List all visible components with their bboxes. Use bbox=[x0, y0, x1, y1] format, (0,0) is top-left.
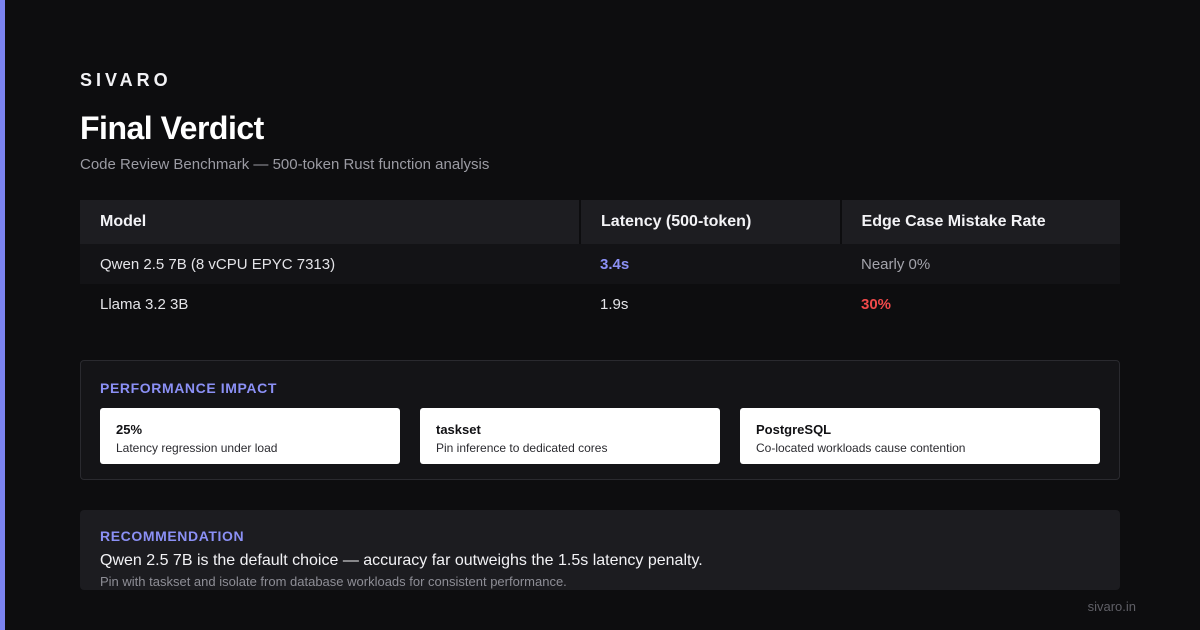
impact-card-desc: Co-located workloads cause contention bbox=[756, 441, 966, 455]
impact-card: 25% Latency regression under load bbox=[100, 408, 400, 464]
cell-model: Llama 3.2 3B bbox=[100, 295, 189, 313]
cell-model: Qwen 2.5 7B (8 vCPU EPYC 7313) bbox=[100, 255, 336, 273]
impact-card-value: taskset bbox=[436, 422, 481, 437]
impact-card-desc: Pin inference to dedicated cores bbox=[436, 441, 608, 455]
header-model: Model bbox=[80, 200, 580, 244]
cell-mistake-rate: Nearly 0% bbox=[861, 255, 931, 273]
brand-logo: SIVARO bbox=[80, 70, 172, 90]
footer-url[interactable]: sivaro.in bbox=[1088, 599, 1136, 614]
recommendation-main: Qwen 2.5 7B is the default choice — accu… bbox=[100, 552, 703, 569]
table-row: Llama 3.2 3B 1.9s 30% bbox=[80, 284, 1120, 324]
performance-impact-panel: PERFORMANCE IMPACT 25% Latency regressio… bbox=[80, 360, 1120, 480]
table-row: Qwen 2.5 7B (8 vCPU EPYC 7313) 3.4s Near… bbox=[80, 244, 1120, 284]
impact-card-desc: Latency regression under load bbox=[116, 441, 278, 455]
recommendation-panel: RECOMMENDATION Qwen 2.5 7B is the defaul… bbox=[80, 510, 1120, 590]
cell-latency: 1.9s bbox=[600, 295, 629, 313]
impact-card-value: PostgreSQL bbox=[756, 422, 832, 437]
recommendation-label: RECOMMENDATION bbox=[100, 528, 245, 544]
impact-card: taskset Pin inference to dedicated cores bbox=[420, 408, 720, 464]
impact-cards: 25% Latency regression under load taskse… bbox=[100, 408, 1100, 464]
page-subtitle: Code Review Benchmark — 500-token Rust f… bbox=[80, 156, 490, 173]
accent-bar bbox=[0, 0, 5, 630]
impact-card: PostgreSQL Co-located workloads cause co… bbox=[740, 408, 1100, 464]
table-header: Model Latency (500-token) Edge Case Mist… bbox=[80, 200, 1120, 244]
cell-mistake-rate: 30% bbox=[861, 295, 892, 313]
header-mistake-rate: Edge Case Mistake Rate bbox=[841, 200, 1120, 244]
performance-impact-label: PERFORMANCE IMPACT bbox=[100, 380, 277, 396]
header-latency: Latency (500-token) bbox=[581, 200, 840, 244]
recommendation-sub: Pin with taskset and isolate from databa… bbox=[100, 574, 567, 589]
comparison-table: Model Latency (500-token) Edge Case Mist… bbox=[80, 200, 1120, 324]
cell-latency: 3.4s bbox=[600, 255, 630, 273]
impact-card-value: 25% bbox=[116, 422, 143, 437]
page-title: Final Verdict bbox=[80, 110, 264, 146]
